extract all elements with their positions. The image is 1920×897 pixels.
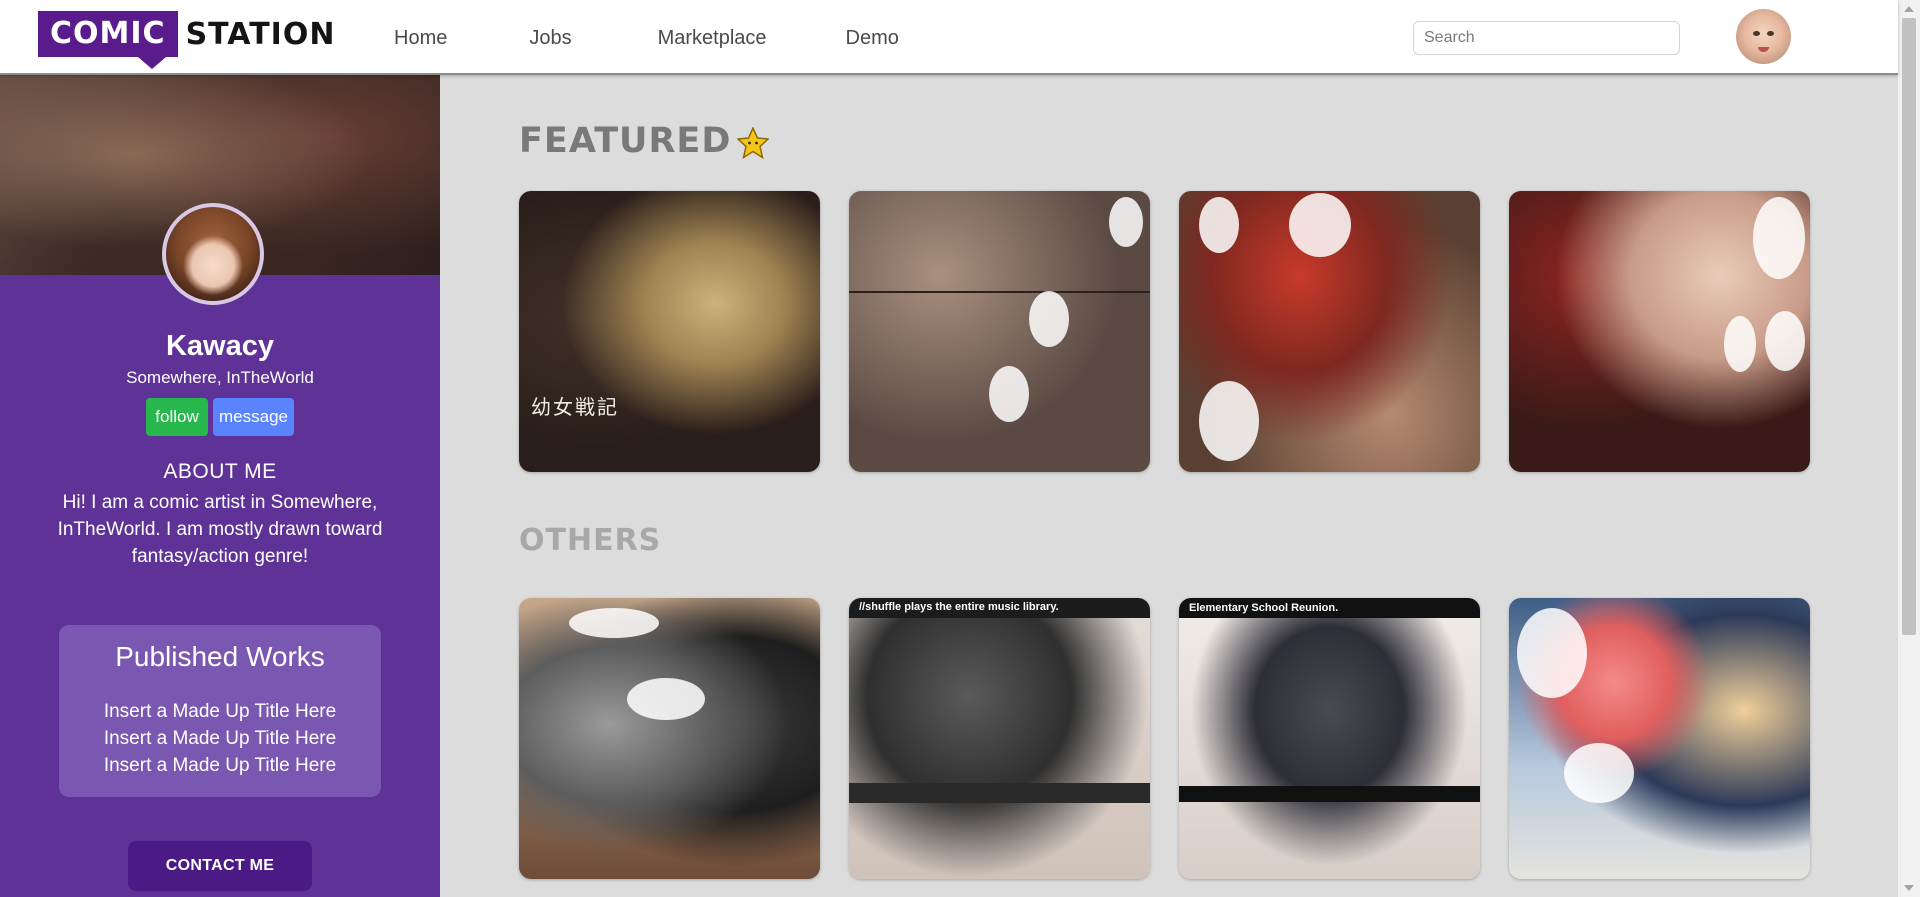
featured-comic-1[interactable]: 幼女戦記	[519, 191, 820, 472]
speech-bubble	[1029, 291, 1069, 347]
follow-button[interactable]: follow	[146, 398, 208, 436]
published-works-list: Insert a Made Up Title Here Insert a Mad…	[59, 698, 381, 779]
other-comic-3[interactable]: Elementary School Reunion.	[1179, 598, 1480, 879]
nav-links: Home Jobs Marketplace Demo	[394, 27, 899, 50]
featured-comic-4[interactable]	[1509, 191, 1810, 472]
nav-link-jobs[interactable]: Jobs	[529, 27, 571, 50]
comic-station-logo[interactable]: COMIC STATION	[38, 10, 336, 69]
user-avatar-icon[interactable]	[1736, 9, 1791, 64]
avatar-eye-left	[1753, 31, 1760, 36]
others-heading: OTHERS	[519, 523, 662, 558]
comic-caption: //shuffle plays the entire music library…	[859, 601, 1059, 613]
speech-bubble	[1109, 197, 1143, 247]
speech-bubble	[1724, 316, 1756, 372]
published-works-heading: Published Works	[115, 641, 325, 672]
speech-bubble	[1517, 608, 1587, 698]
other-comic-1[interactable]	[519, 598, 820, 879]
profile-location: Somewhere, InTheWorld	[126, 368, 314, 387]
avatar-eye-right	[1767, 31, 1774, 36]
about-me-text: Hi! I am a comic artist in Somewhere, In…	[57, 492, 383, 567]
nav-link-home[interactable]: Home	[394, 27, 447, 50]
profile-sidebar: Kawacy Somewhere, InTheWorld follow mess…	[0, 75, 440, 897]
published-works-panel: Published Works Insert a Made Up Title H…	[59, 625, 381, 797]
avatar-mouth	[1758, 47, 1769, 52]
page-scrollbar[interactable]	[1898, 0, 1920, 897]
other-comic-2[interactable]: //shuffle plays the entire music library…	[849, 598, 1150, 879]
other-comic-4[interactable]	[1509, 598, 1810, 879]
speech-bubble	[1199, 197, 1239, 253]
contact-me-button[interactable]: CONTACT ME	[128, 841, 312, 891]
speech-bubble	[627, 678, 705, 720]
message-button[interactable]: message	[213, 398, 294, 436]
search-input[interactable]	[1413, 21, 1680, 55]
profile-name: Kawacy	[165, 330, 274, 362]
speech-bubble	[569, 608, 659, 638]
speech-bubble	[989, 366, 1029, 422]
top-navbar: COMIC STATION Home Jobs Marketplace Demo	[0, 0, 1898, 75]
star-icon	[737, 127, 769, 159]
published-work-item[interactable]: Insert a Made Up Title Here	[59, 698, 381, 725]
featured-heading: FEATURED	[519, 121, 732, 161]
featured-comic-3[interactable]	[1179, 191, 1480, 472]
speech-bubble	[1289, 193, 1351, 257]
scroll-up-arrow-icon[interactable]	[1904, 6, 1914, 12]
published-work-item[interactable]: Insert a Made Up Title Here	[59, 725, 381, 752]
about-me-heading: ABOUT ME	[163, 460, 277, 483]
speech-bubble	[1564, 743, 1634, 803]
speech-bubble	[1199, 381, 1259, 461]
nav-link-demo[interactable]: Demo	[846, 27, 899, 50]
profile-actions: follow message	[146, 398, 294, 436]
comic-caption: Elementary School Reunion.	[1189, 602, 1339, 614]
speech-bubble	[1753, 197, 1805, 279]
speech-bubble	[1765, 311, 1805, 371]
scrollbar-thumb[interactable]	[1902, 18, 1916, 635]
profile-avatar[interactable]	[162, 203, 264, 305]
logo-wordmark: STATION	[185, 16, 336, 52]
featured-comic-2[interactable]	[849, 191, 1150, 472]
published-work-item[interactable]: Insert a Made Up Title Here	[59, 752, 381, 779]
scroll-down-arrow-icon[interactable]	[1904, 885, 1914, 891]
comic-caption: 幼女戦記	[531, 395, 619, 419]
nav-link-marketplace[interactable]: Marketplace	[658, 27, 767, 50]
logo-badge: COMIC	[38, 11, 178, 69]
